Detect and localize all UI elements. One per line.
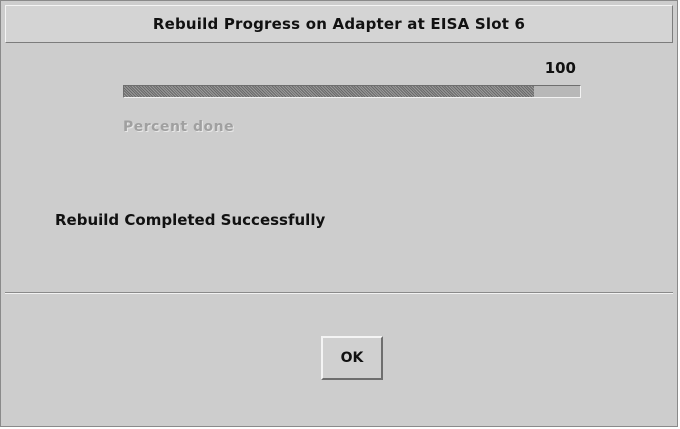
rebuild-progress-dialog: Rebuild Progress on Adapter at EISA Slot… <box>0 0 678 427</box>
dialog-title: Rebuild Progress on Adapter at EISA Slot… <box>152 15 526 33</box>
percent-value: 100 <box>544 59 576 77</box>
progress-bar-fill <box>124 86 535 97</box>
dialog-body: 100 Percent done Rebuild Completed Succe… <box>5 45 673 291</box>
progress-bar <box>123 85 581 98</box>
percent-done-label: Percent done <box>123 119 235 135</box>
ok-button[interactable]: OK <box>321 336 383 380</box>
status-message: Rebuild Completed Successfully <box>55 211 326 229</box>
divider <box>5 292 673 294</box>
title-bar: Rebuild Progress on Adapter at EISA Slot… <box>5 5 673 43</box>
